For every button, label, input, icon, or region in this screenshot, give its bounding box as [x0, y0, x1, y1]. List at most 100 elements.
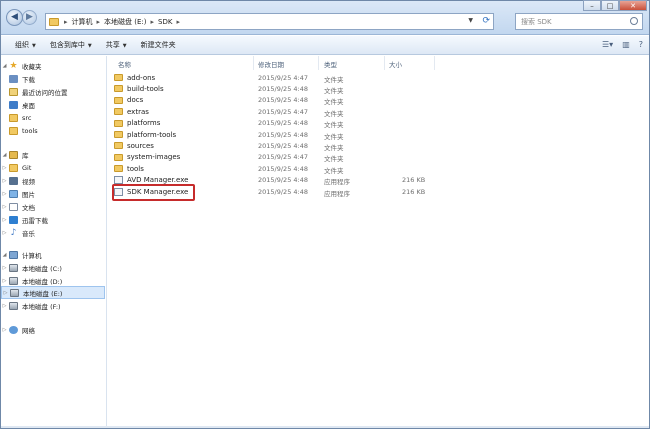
- nav-label: 图片: [22, 190, 35, 199]
- command-bar: 组织 ▼ 包含到库中 ▼ 共享 ▼ 新建文件夹 ☰▾ ▥ ?: [1, 36, 649, 55]
- file-name: add-ons: [127, 73, 156, 82]
- column-divider[interactable]: [384, 56, 385, 70]
- expand-icon[interactable]: ◢: [1, 152, 8, 158]
- file-date: 2015/9/25 4:48: [258, 164, 308, 173]
- column-size[interactable]: 大小: [389, 59, 402, 69]
- file-name: platform-tools: [127, 130, 177, 139]
- chevron-down-icon: ▼: [32, 43, 36, 49]
- collapsed-icon[interactable]: ▷: [2, 290, 9, 296]
- nav-label: 音乐: [22, 229, 35, 238]
- music-icon: ♪: [10, 227, 17, 238]
- expand-icon[interactable]: ◢: [1, 63, 8, 69]
- nav-label: tools: [22, 126, 38, 135]
- nav-git[interactable]: ▷ Git: [1, 161, 105, 174]
- nav-label: 迅雷下载: [22, 216, 48, 225]
- breadcrumb-drive-e[interactable]: 本地磁盘 (E:): [104, 17, 146, 27]
- share-menu[interactable]: 共享 ▼: [106, 40, 127, 50]
- nav-favorites[interactable]: ◢ ★ 收藏夹: [1, 59, 105, 72]
- nav-label: 文档: [22, 203, 35, 212]
- collapsed-icon[interactable]: ▷: [1, 191, 8, 197]
- search-input[interactable]: 搜索 SDK: [515, 13, 643, 30]
- file-date: 2015/9/25 4:48: [258, 176, 308, 185]
- help-icon[interactable]: ?: [639, 40, 643, 49]
- nav-label: 收藏夹: [22, 62, 42, 71]
- view-options-icon[interactable]: ☰▾: [602, 40, 613, 49]
- address-bar[interactable]: ▸ 计算机 ▸ 本地磁盘 (E:) ▸ SDK ▸ ▼ ⟳: [45, 13, 494, 30]
- chevron-right-icon[interactable]: ▸: [97, 18, 101, 26]
- close-button[interactable]: ✕: [619, 0, 647, 11]
- nav-drive-f[interactable]: ▷ 本地磁盘 (F:): [1, 299, 105, 312]
- nav-libraries[interactable]: ◢ 库: [1, 148, 105, 161]
- collapsed-icon[interactable]: ▷: [1, 178, 8, 184]
- nav-src[interactable]: src: [1, 111, 105, 124]
- thunder-icon: [9, 215, 18, 224]
- drive-icon: [10, 288, 19, 297]
- nav-videos[interactable]: ▷ 视频: [1, 174, 105, 187]
- maximize-button[interactable]: □: [601, 0, 619, 11]
- breadcrumb-sdk[interactable]: SDK: [158, 18, 172, 26]
- breadcrumb-computer[interactable]: 计算机: [72, 17, 93, 27]
- minimize-button[interactable]: –: [583, 0, 601, 11]
- expand-icon[interactable]: ◢: [1, 252, 8, 258]
- collapsed-icon[interactable]: ▷: [1, 278, 8, 284]
- collapsed-icon[interactable]: ▷: [1, 265, 8, 271]
- file-type: 文件夹: [324, 155, 344, 164]
- chevron-right-icon: ▸: [64, 17, 68, 26]
- nav-label: 本地磁盘 (F:): [22, 302, 61, 311]
- new-folder-button[interactable]: 新建文件夹: [141, 40, 176, 50]
- file-size: 216 KB: [402, 176, 426, 185]
- chevron-right-icon[interactable]: ▸: [151, 18, 155, 26]
- file-type: 文件夹: [324, 166, 344, 175]
- nav-network[interactable]: ▷ 网络: [1, 323, 105, 336]
- nav-pictures[interactable]: ▷ 图片: [1, 187, 105, 200]
- collapsed-icon[interactable]: ▷: [1, 217, 8, 223]
- file-name: docs: [127, 96, 144, 105]
- include-in-library-menu[interactable]: 包含到库中 ▼: [50, 40, 92, 50]
- nav-documents[interactable]: ▷ 文档: [1, 200, 105, 213]
- nav-drive-e[interactable]: ▷ 本地磁盘 (E:): [1, 286, 105, 299]
- nav-drive-c[interactable]: ▷ 本地磁盘 (C:): [1, 261, 105, 274]
- file-date: 2015/9/25 4:48: [258, 96, 308, 105]
- chevron-right-icon[interactable]: ▸: [176, 18, 180, 26]
- search-icon[interactable]: [630, 17, 638, 25]
- application-icon: [114, 176, 123, 185]
- back-button[interactable]: ◀: [6, 9, 23, 26]
- column-divider[interactable]: [253, 56, 254, 70]
- column-name[interactable]: 名称: [118, 59, 131, 69]
- document-icon: [9, 202, 18, 211]
- preview-pane-icon[interactable]: ▥: [622, 40, 630, 49]
- collapsed-icon[interactable]: ▷: [1, 327, 8, 333]
- nav-label: 下载: [22, 75, 35, 84]
- nav-label: src: [22, 113, 32, 122]
- refresh-icon[interactable]: ⟳: [482, 16, 490, 26]
- collapsed-icon[interactable]: ▷: [1, 204, 8, 210]
- nav-label: 最近访问的位置: [22, 88, 68, 97]
- file-name: system-images: [127, 153, 181, 162]
- folder-icon: [114, 119, 123, 127]
- file-date: 2015/9/25 4:48: [258, 141, 308, 150]
- nav-desktop[interactable]: 桌面: [1, 98, 105, 111]
- forward-button[interactable]: ▶: [22, 10, 37, 25]
- collapsed-icon[interactable]: ▷: [1, 303, 8, 309]
- navigation-pane: ◢ ★ 收藏夹 下载 最近访问的位置 桌面 src tools ◢ 库 ▷ Git ▷ 视…: [1, 56, 107, 428]
- picture-icon: [9, 189, 18, 198]
- nav-recent[interactable]: 最近访问的位置: [1, 85, 105, 98]
- chevron-down-icon[interactable]: ▼: [468, 17, 473, 24]
- nav-tools[interactable]: tools: [1, 124, 105, 137]
- collapsed-icon[interactable]: ▷: [1, 230, 8, 236]
- collapsed-icon[interactable]: ▷: [1, 165, 8, 171]
- nav-music[interactable]: ▷ ♪ 音乐: [1, 226, 105, 239]
- nav-label: 网络: [22, 326, 35, 335]
- column-modified[interactable]: 修改日期: [258, 59, 284, 69]
- nav-thunder-downloads[interactable]: ▷ 迅雷下载: [1, 213, 105, 226]
- column-type[interactable]: 类型: [324, 59, 337, 69]
- nav-computer[interactable]: ◢ 计算机: [1, 248, 105, 261]
- file-date: 2015/9/25 4:48: [258, 130, 308, 139]
- chevron-down-icon: ▼: [122, 43, 127, 49]
- column-divider[interactable]: [434, 56, 435, 70]
- column-divider[interactable]: [318, 56, 319, 70]
- drive-icon: [9, 276, 18, 285]
- organize-menu[interactable]: 组织 ▼: [15, 40, 36, 50]
- file-name: extras: [127, 107, 149, 116]
- nav-downloads[interactable]: 下载: [1, 72, 105, 85]
